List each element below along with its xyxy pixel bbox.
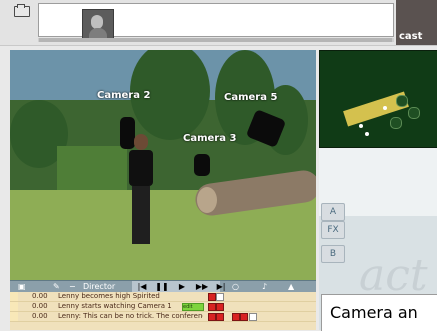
folder-icon[interactable] bbox=[14, 4, 30, 17]
character-head bbox=[134, 134, 148, 150]
minimap-tree bbox=[408, 107, 420, 119]
view-icon[interactable]: ▣ bbox=[18, 282, 26, 291]
red-flag-icon[interactable] bbox=[216, 313, 224, 321]
volume-icon[interactable]: ♪ bbox=[262, 282, 267, 291]
side-button-label: B bbox=[329, 249, 337, 259]
scene-viewport[interactable]: Camera 2 Camera 5 Camera 3 bbox=[10, 50, 316, 285]
fx-label: FX bbox=[327, 225, 339, 235]
character-torso bbox=[129, 150, 153, 186]
character-legs bbox=[132, 186, 150, 244]
side-button-b[interactable]: B bbox=[321, 245, 345, 263]
camera-label[interactable]: Camera 5 bbox=[224, 92, 277, 103]
camera-3-icon[interactable] bbox=[194, 154, 210, 176]
play-icon[interactable]: ▶ bbox=[172, 281, 192, 292]
timeline-row[interactable]: 0.00 Lenny: This can be no trick. The co… bbox=[10, 312, 316, 322]
fx-button[interactable]: FX bbox=[321, 221, 345, 239]
cast-logo-text: cast bbox=[399, 31, 423, 42]
timeline-row[interactable]: 0.00 Lenny becomes high Spirited bbox=[10, 292, 316, 302]
minimap-marker bbox=[365, 132, 369, 136]
cast-logo: cast bbox=[396, 0, 437, 45]
row-text: Lenny becomes high Spirited bbox=[58, 292, 160, 300]
scene-selector[interactable] bbox=[38, 3, 394, 41]
director-label[interactable]: Director bbox=[83, 282, 115, 291]
red-flag-icon[interactable] bbox=[232, 313, 240, 321]
minus-icon[interactable]: − bbox=[69, 282, 76, 291]
row-text: Lenny: This can be no trick. The confere… bbox=[58, 312, 203, 320]
pause-icon[interactable]: ❚❚ bbox=[152, 281, 172, 292]
next-icon[interactable]: ▶| bbox=[211, 281, 231, 292]
row-marker bbox=[10, 292, 18, 301]
edit-badge[interactable]: edit bbox=[182, 303, 204, 311]
row-time: 0.00 bbox=[32, 312, 48, 320]
expand-icon[interactable]: ▲ bbox=[288, 282, 294, 291]
playback-toolbar: ▣ ✎ − Director |◀ ❚❚ ▶ ▶▶ ▶| ○ ♪ ▲ bbox=[10, 280, 316, 292]
row-marker bbox=[10, 312, 18, 321]
red-flag-icon[interactable] bbox=[240, 313, 248, 321]
thumbnail-head bbox=[91, 15, 103, 29]
top-scrollbar[interactable] bbox=[38, 38, 394, 42]
timeline-list: 0.00 Lenny becomes high Spirited 0.00 Le… bbox=[10, 292, 316, 330]
row-time: 0.00 bbox=[32, 292, 48, 300]
side-button-a[interactable]: A bbox=[321, 203, 345, 221]
camera-label[interactable]: Camera 2 bbox=[97, 90, 150, 101]
fast-forward-icon[interactable]: ▶▶ bbox=[192, 281, 212, 292]
minimap[interactable] bbox=[319, 50, 437, 148]
character-thumbnail[interactable] bbox=[82, 9, 114, 41]
transport-controls: |◀ ❚❚ ▶ ▶▶ ▶| bbox=[132, 281, 225, 292]
red-flag-icon[interactable] bbox=[208, 303, 216, 311]
fallen-log-end bbox=[197, 187, 217, 213]
minimap-tree bbox=[390, 117, 402, 129]
red-flag-icon[interactable] bbox=[208, 293, 216, 301]
edit-icon[interactable]: ✎ bbox=[53, 282, 60, 291]
minimap-tree bbox=[396, 95, 408, 107]
red-flag-icon[interactable] bbox=[216, 303, 224, 311]
caption-text: Camera an bbox=[330, 303, 418, 322]
side-button-label: A bbox=[329, 207, 337, 217]
caption-box[interactable]: Camera an bbox=[321, 294, 437, 331]
timeline-row[interactable]: 0.00 Lenny starts watching Camera 1 edit bbox=[10, 302, 316, 312]
record-icon[interactable]: ○ bbox=[232, 282, 239, 291]
red-flag-icon[interactable] bbox=[208, 313, 216, 321]
row-marker bbox=[10, 302, 18, 311]
minimap-marker bbox=[383, 106, 387, 110]
hedge bbox=[57, 146, 127, 196]
scrollbar-thumb[interactable] bbox=[39, 38, 392, 42]
minimap-marker bbox=[359, 124, 363, 128]
checkbox[interactable] bbox=[249, 313, 257, 321]
row-time: 0.00 bbox=[32, 302, 48, 310]
previous-icon[interactable]: |◀ bbox=[132, 281, 152, 292]
camera-label[interactable]: Camera 3 bbox=[183, 133, 236, 144]
checkbox[interactable] bbox=[216, 293, 224, 301]
top-bar: cast bbox=[0, 0, 437, 46]
character-lenny[interactable] bbox=[125, 134, 157, 244]
